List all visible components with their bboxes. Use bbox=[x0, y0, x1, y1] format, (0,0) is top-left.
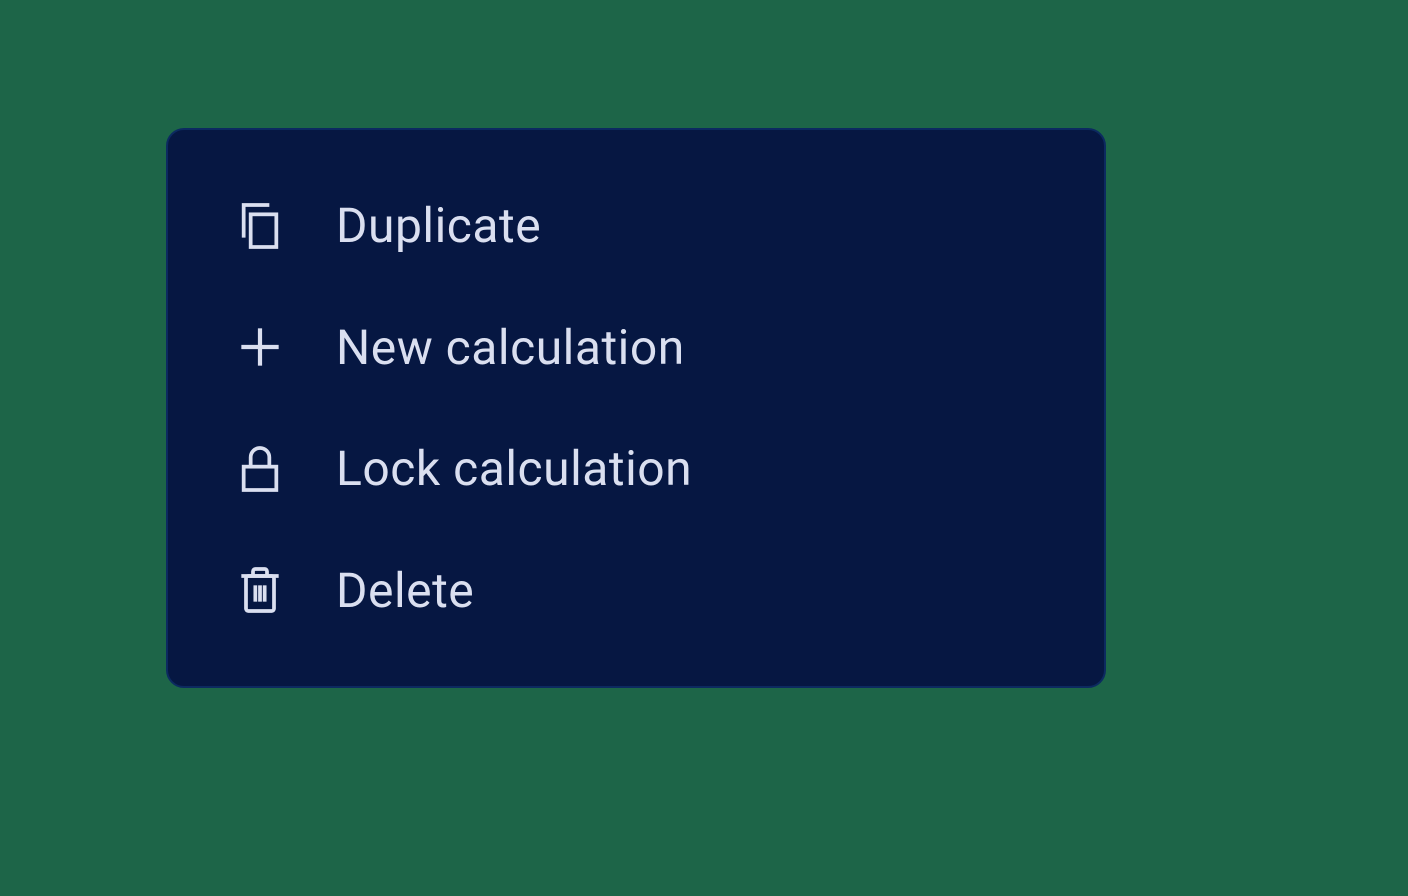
menu-item-duplicate[interactable]: Duplicate bbox=[168, 176, 1104, 276]
lock-icon bbox=[228, 437, 292, 501]
menu-item-new-calculation[interactable]: New calculation bbox=[168, 297, 1104, 397]
menu-item-delete[interactable]: Delete bbox=[168, 540, 1104, 640]
menu-item-label: Lock calculation bbox=[336, 440, 692, 497]
trash-icon bbox=[228, 558, 292, 622]
context-menu: Duplicate New calculation Lock calculati… bbox=[166, 128, 1106, 688]
menu-item-lock-calculation[interactable]: Lock calculation bbox=[168, 419, 1104, 519]
duplicate-icon bbox=[228, 194, 292, 258]
menu-item-label: Duplicate bbox=[336, 197, 541, 254]
menu-item-label: New calculation bbox=[336, 319, 685, 376]
menu-item-label: Delete bbox=[336, 562, 474, 619]
plus-icon bbox=[228, 315, 292, 379]
